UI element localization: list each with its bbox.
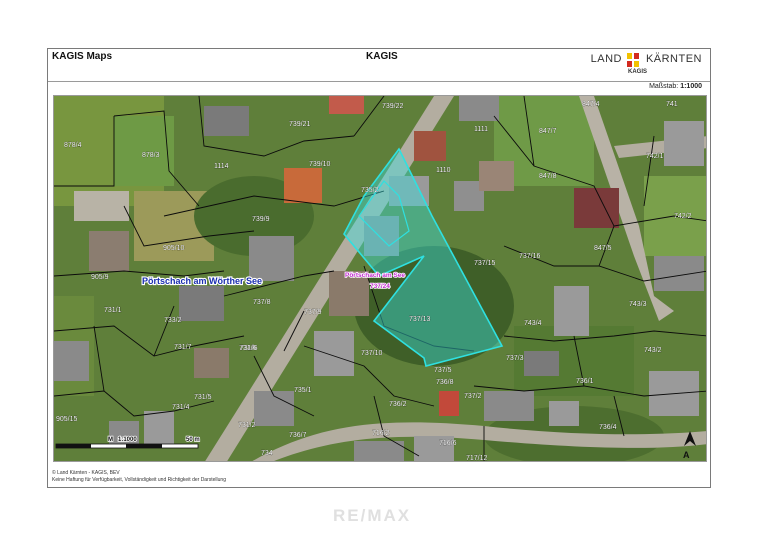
parcel-label: 878/4 xyxy=(64,142,82,149)
logo-sub: KAGIS xyxy=(627,69,647,75)
address-number: 737/24 xyxy=(370,283,390,290)
north-arrow-label: A xyxy=(683,450,690,460)
logo-kaernten-word: KÄRNTEN xyxy=(645,53,702,65)
map-sheet: KAGIS Maps KAGIS LAND KÄRNTEN KAGIS Maßs… xyxy=(47,48,711,488)
parcel-label: 905/9 xyxy=(91,274,109,281)
parcel-label: 731/7 xyxy=(174,344,192,351)
parcel-label: 737/10 xyxy=(361,350,383,357)
scale-label: Maßstab: xyxy=(649,83,679,90)
parcel-label: 716/2 xyxy=(372,430,390,437)
parcel-label: 735/2 xyxy=(361,187,379,194)
parcel-label: 739/21 xyxy=(289,121,311,128)
parcel-label: 847/5 xyxy=(594,245,612,252)
parcel-label: 735/1 xyxy=(294,387,312,394)
copyright-line: © Land Kärnten - KAGIS, BEV xyxy=(52,470,120,476)
scalebar-left-label: M xyxy=(108,437,113,443)
parcel-label: 743/2 xyxy=(644,347,662,354)
parcel-label: 743/4 xyxy=(524,320,542,327)
parcel-label: 736/1 xyxy=(576,378,594,385)
parcel-label: 739/9 xyxy=(252,216,270,223)
parcel-label: 737/16 xyxy=(519,253,541,260)
parcel-label: 739/10 xyxy=(309,161,331,168)
parcel-label: 739/22 xyxy=(382,103,404,110)
scalebar-mid-label: 1:1000 xyxy=(118,437,137,443)
parcel-label: 736/4 xyxy=(599,424,617,431)
parcel-label: 736/8 xyxy=(436,379,454,386)
parcel-label: 737/2 xyxy=(464,393,482,400)
parcel-label: 737/9 xyxy=(304,309,322,316)
parcel-label: 731/1 xyxy=(104,307,122,314)
carinthia-emblem-icon xyxy=(627,53,639,67)
disclaimer-line: Keine Haftung für Verfügbarkeit, Vollstä… xyxy=(52,477,226,483)
parcel-label: 733/2 xyxy=(164,317,182,324)
parcel-label: 737/15 xyxy=(474,260,496,267)
parcel-label: 847/8 xyxy=(539,173,557,180)
parcel-label: 731/6 xyxy=(239,345,257,352)
parcel-label: 716/6 xyxy=(439,440,457,447)
parcel-label: 1114 xyxy=(214,163,229,170)
map-view[interactable]: Pörtschach am Wörther See Pörtschach am … xyxy=(53,95,707,462)
parcel-label: 847/7 xyxy=(539,128,557,135)
scalebar-right-label: 50 m xyxy=(186,437,200,443)
parcel-label: 1111 xyxy=(474,126,488,133)
parcel-label: 1110 xyxy=(436,167,451,174)
parcel-label: 736/7 xyxy=(289,432,307,439)
address-label: Pörtschach am See xyxy=(345,272,405,279)
aerial-map: Pörtschach am Wörther See Pörtschach am … xyxy=(54,96,706,462)
parcel-label: 905/10 xyxy=(163,245,185,252)
logo-land-word: LAND xyxy=(590,53,622,65)
parcel-label: 905/15 xyxy=(56,416,78,423)
app-name: KAGIS Maps xyxy=(52,51,113,62)
parcel-label: 717/12 xyxy=(466,455,488,462)
parcel-label: 737/13 xyxy=(409,316,431,323)
remax-watermark: RE/MAX xyxy=(333,506,412,525)
place-label: Pörtschach am Wörther See xyxy=(142,276,262,286)
parcel-label: 741 xyxy=(666,101,678,108)
parcel-label: 736/2 xyxy=(389,401,407,408)
scale-value: 1:1000 xyxy=(680,83,702,90)
parcel-label: 743/3 xyxy=(629,301,647,308)
parcel-label: 737/5 xyxy=(434,367,452,374)
parcel-label: 742/2 xyxy=(674,213,692,220)
scale-readout: Maßstab: 1:1000 xyxy=(649,83,702,90)
parcel-label: 737/3 xyxy=(506,355,524,362)
sheet-header: KAGIS Maps KAGIS LAND KÄRNTEN KAGIS xyxy=(48,49,710,82)
parcel-label: 734 xyxy=(261,450,273,457)
parcel-label: 731/5 xyxy=(194,394,212,401)
parcel-label: 731/4 xyxy=(172,404,190,411)
parcel-label: 731/2 xyxy=(238,422,256,429)
parcel-label: 742/1 xyxy=(646,153,664,160)
parcel-label: 737/8 xyxy=(253,299,271,306)
parcel-label: 878/3 xyxy=(142,152,160,159)
system-title: KAGIS xyxy=(366,51,398,62)
parcel-label: 847/4 xyxy=(582,101,600,108)
